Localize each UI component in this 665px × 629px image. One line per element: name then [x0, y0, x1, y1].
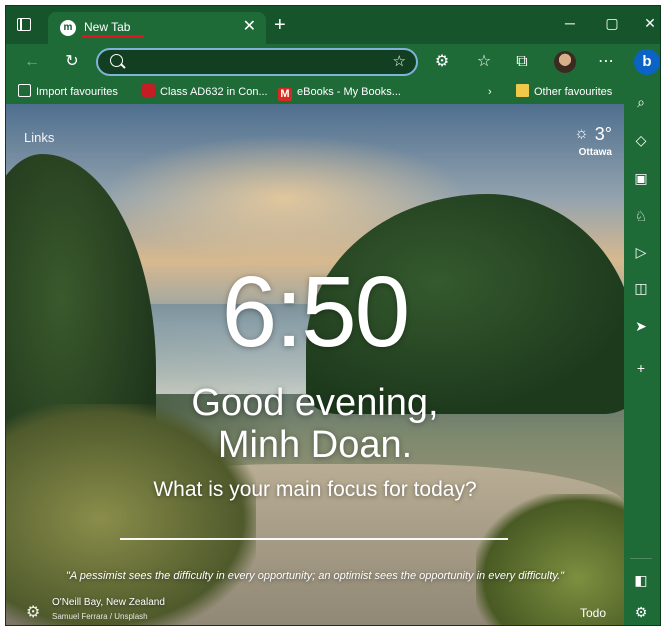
add-sidebar-app-icon[interactable]: +: [629, 356, 653, 380]
shopping-tag-icon[interactable]: ◇: [629, 128, 653, 152]
tab-title-underline: [82, 35, 144, 38]
tab-new-tab[interactable]: m New Tab ✕: [48, 12, 266, 44]
browser-window: m New Tab ✕ + ─ ▢ ✕ ← ↻ ☆ ⚙ ☆ ⧉ ⋯ b Impo…: [5, 5, 661, 626]
outlook-icon[interactable]: ◫: [629, 276, 653, 300]
new-tab-page: Links ☼ 3° Ottawa 6:50 Good evening, Minh…: [6, 104, 624, 625]
profile-avatar[interactable]: [554, 51, 576, 73]
bookmark-other-favourites[interactable]: Other favourites: [516, 84, 612, 100]
back-arrow-icon[interactable]: ←: [20, 50, 44, 74]
greeting-line-1: Good evening,: [191, 382, 439, 424]
sidebar-divider: [630, 558, 652, 559]
send-drop-icon[interactable]: ➤: [629, 314, 653, 338]
links-button[interactable]: Links: [24, 130, 54, 145]
minimize-button[interactable]: ─: [560, 14, 580, 32]
tab-close-icon[interactable]: ✕: [243, 18, 256, 36]
photo-location[interactable]: O'Neill Bay, New Zealand: [52, 597, 165, 608]
favourites-icon[interactable]: ☆: [472, 50, 496, 74]
search-sidebar-icon[interactable]: ⌕: [629, 90, 653, 114]
photo-credit[interactable]: Samuel Ferrara / Unsplash: [52, 612, 148, 621]
bing-copilot-icon[interactable]: b: [634, 49, 660, 75]
favourites-bar: Import favourites Class AD632 in Con... …: [6, 80, 660, 104]
red-square-icon: [142, 84, 155, 97]
refresh-icon[interactable]: ↻: [60, 50, 84, 74]
extensions-puzzle-icon[interactable]: ⚙: [430, 50, 454, 74]
hide-sidebar-icon[interactable]: ◧: [629, 568, 653, 592]
games-icon[interactable]: ♘: [629, 204, 653, 228]
tab-title: New Tab: [84, 20, 131, 34]
sidebar-settings-gear-icon[interactable]: ⚙: [629, 600, 653, 624]
focus-input[interactable]: [120, 538, 508, 540]
bookmarks-overflow-chevron-icon[interactable]: ›: [488, 84, 492, 100]
sun-icon: ☼: [574, 125, 589, 142]
search-icon: [110, 54, 123, 67]
weather-widget[interactable]: ☼ 3° Ottawa: [574, 124, 612, 158]
greeting: Good evening, Minh Doan.: [6, 382, 624, 466]
bookmark-ebooks[interactable]: MeBooks - My Books...: [278, 84, 401, 101]
tab-favicon-icon: m: [60, 20, 76, 36]
address-bar[interactable]: ☆: [96, 48, 418, 76]
tools-briefcase-icon[interactable]: ▣: [629, 166, 653, 190]
import-icon: [18, 84, 31, 97]
maximize-button[interactable]: ▢: [602, 14, 622, 32]
close-button[interactable]: ✕: [640, 14, 660, 32]
tab-actions-icon[interactable]: [14, 16, 34, 34]
new-tab-plus-icon[interactable]: +: [274, 14, 286, 36]
bookmark-class-ad632[interactable]: Class AD632 in Con...: [142, 84, 268, 100]
weather-temperature: 3°: [594, 124, 612, 144]
microsoft365-icon[interactable]: ▷: [629, 240, 653, 264]
focus-question: What is your main focus for today?: [153, 478, 477, 501]
daily-quote: "A pessimist sees the difficulty in ever…: [65, 570, 565, 582]
tab-strip: m New Tab ✕ + ─ ▢ ✕: [6, 6, 660, 44]
edge-sidebar: ⌕ ◇ ▣ ♘ ▷ ◫ ➤ + ◧ ⚙: [622, 80, 660, 625]
weather-city: Ottawa: [578, 147, 612, 158]
todo-button[interactable]: Todo: [580, 606, 606, 620]
folder-icon: [516, 84, 529, 97]
add-favourite-star-icon[interactable]: ☆: [393, 52, 406, 70]
clock-time: 6:50: [221, 256, 411, 368]
m-logo-icon: M: [278, 88, 292, 101]
toolbar: ← ↻ ☆ ⚙ ☆ ⧉ ⋯ b: [6, 44, 660, 80]
bookmark-import-favourites[interactable]: Import favourites: [18, 84, 118, 100]
collections-icon[interactable]: ⧉: [510, 50, 534, 74]
greeting-line-2: Minh Doan.: [217, 424, 413, 466]
more-options-icon[interactable]: ⋯: [594, 50, 618, 74]
page-settings-gear-icon[interactable]: ⚙: [26, 602, 40, 622]
